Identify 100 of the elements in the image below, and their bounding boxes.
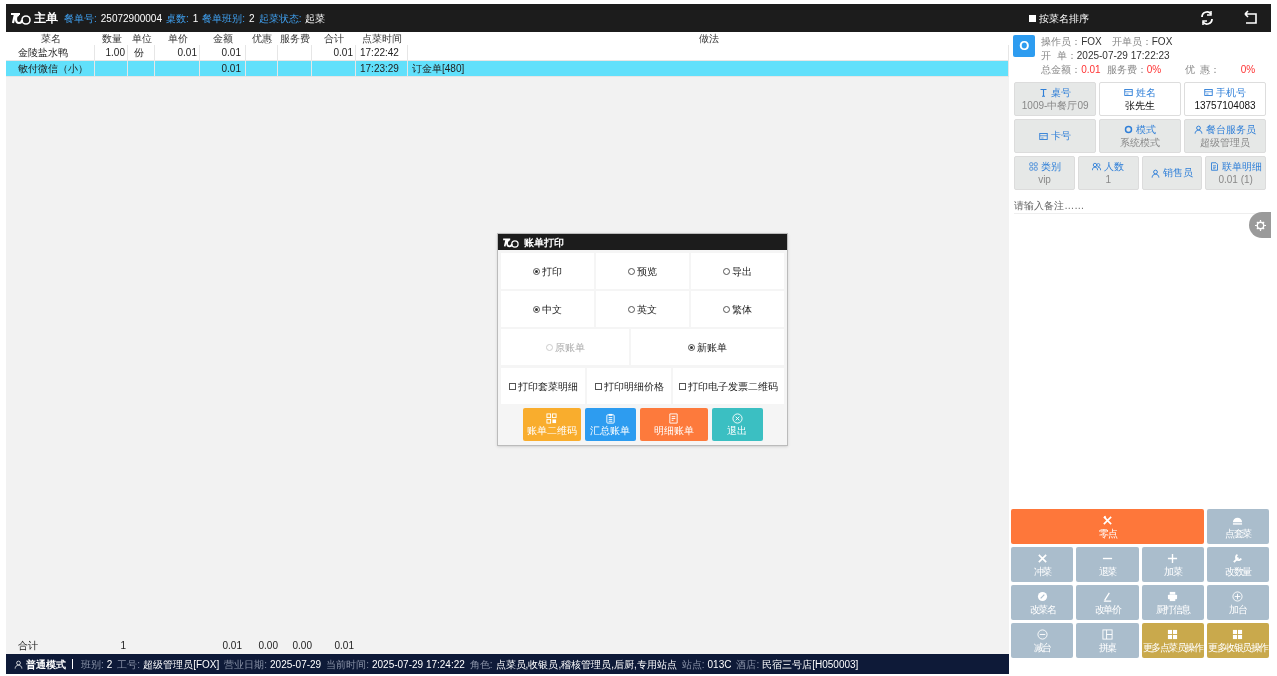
radio-option[interactable]: 中文: [533, 301, 562, 317]
person-icon: [1194, 125, 1204, 134]
action-button[interactable]: 更多点菜员操作: [1141, 623, 1204, 658]
dialog-button[interactable]: 明细账单: [639, 408, 708, 441]
radio-option[interactable]: 繁体: [723, 301, 752, 317]
status-value: 超级管理员[FOX]: [143, 657, 220, 672]
info-card[interactable]: 人数 1: [1077, 156, 1139, 190]
radio-option[interactable]: 新账单: [688, 339, 727, 355]
card-value: 系统模式: [1120, 136, 1161, 149]
status-label: 角色:: [469, 657, 493, 672]
status-value: 民宿三号店[H050003]: [762, 657, 859, 672]
column-header: 金额: [213, 33, 233, 44]
action-button[interactable]: 点套菜: [1206, 509, 1269, 544]
grid-icon: [1167, 628, 1179, 640]
info-value: 0%: [1240, 63, 1256, 77]
cross-icon: [1036, 552, 1048, 564]
info-card[interactable]: 模式 系统模式: [1099, 119, 1182, 153]
column-header: 优惠: [252, 33, 272, 44]
info-value: 0.01: [1081, 63, 1101, 77]
info-card[interactable]: 销售员: [1141, 156, 1203, 190]
field-label: 餐单班别:: [202, 11, 246, 26]
card-label: 模式: [1136, 123, 1157, 136]
status-value: 2: [106, 657, 113, 672]
info-card[interactable]: 类别 vip: [1014, 156, 1075, 190]
wrench-icon: [1232, 552, 1244, 564]
action-button[interactable]: 改单价: [1076, 585, 1139, 620]
qr-code-icon: [546, 412, 557, 424]
logo-icon: [501, 236, 521, 248]
card-icon: [1124, 88, 1134, 97]
info-label: 开 单：: [1041, 49, 1077, 63]
field-value: 起菜: [305, 11, 326, 26]
refresh-icon[interactable]: [1199, 10, 1215, 26]
card-label: 销售员: [1162, 167, 1193, 179]
action-button[interactable]: 减台: [1011, 623, 1074, 658]
settings-icon: [1254, 219, 1266, 231]
action-button[interactable]: 加菜: [1141, 547, 1204, 582]
table-cell: 0.01: [221, 63, 241, 74]
card-label: 卡号: [1051, 130, 1072, 142]
total-cell: 1: [120, 639, 126, 651]
field-value: 2: [249, 11, 255, 26]
layout-icon: [1102, 628, 1113, 640]
info-card[interactable]: 姓名 张先生: [1099, 82, 1182, 116]
table-cell: 17:22:42: [360, 47, 399, 58]
back-icon[interactable]: [1243, 10, 1259, 26]
card-value: 张先生: [1125, 99, 1156, 112]
info-card[interactable]: 卡号: [1014, 119, 1097, 153]
radio-option[interactable]: 打印: [533, 263, 562, 279]
table-icon: [1039, 88, 1049, 97]
action-button[interactable]: 更多收银员操作: [1206, 623, 1269, 658]
column-header: 菜名: [40, 33, 61, 44]
remark-field[interactable]: 请输入备注……: [1014, 198, 1266, 214]
ring-icon: [1124, 125, 1134, 134]
dialog-button[interactable]: 汇总账单: [584, 408, 636, 441]
status-label: 当前时间:: [326, 657, 369, 672]
info-value: FOX: [1081, 35, 1102, 49]
action-button[interactable]: 零点: [1011, 509, 1204, 544]
radio-option[interactable]: 预览: [628, 263, 657, 279]
card-value: 1009-中餐厅09: [1021, 99, 1089, 112]
radio-option[interactable]: 英文: [628, 301, 657, 317]
info-card[interactable]: 桌号 1009-中餐厅09: [1014, 82, 1097, 116]
action-button[interactable]: 加台: [1206, 585, 1269, 620]
action-button[interactable]: 拼桌: [1076, 623, 1139, 658]
total-cell: 0.00: [258, 639, 278, 651]
radio-option[interactable]: 导出: [723, 263, 752, 279]
info-label: 服务费：: [1106, 63, 1147, 77]
info-card[interactable]: 餐台服务员 超级管理员: [1184, 119, 1266, 153]
table-cell: 敏付微信（小）: [18, 63, 88, 74]
card-value: 1: [1105, 173, 1111, 186]
card-value: vip: [1038, 173, 1051, 186]
action-button[interactable]: 退菜: [1076, 547, 1139, 582]
info-card[interactable]: 联单明细 0.01 (1): [1205, 156, 1266, 190]
field-label: 桌数:: [165, 11, 189, 26]
action-button[interactable]: 改菜名: [1011, 585, 1074, 620]
page-title: 主单: [34, 10, 58, 27]
table-cell: 0.01: [177, 47, 197, 58]
pen-icon: [1102, 590, 1113, 602]
status-label: 酒店:: [736, 657, 760, 672]
minus-circle-icon: [1036, 628, 1048, 640]
table-row[interactable]: 金陵盐水鸭 1.00 份 0.01 0.01 0.01 17:22:42: [6, 45, 1010, 61]
status-value: 点菜员,收银员,稽核管理员,后厨,专用站点: [495, 657, 677, 672]
sort-checkbox[interactable]: 按菜名排序: [1029, 10, 1089, 26]
document-icon: [1209, 162, 1219, 171]
info-card[interactable]: 手机号 13757104083: [1184, 82, 1266, 116]
card-value: 0.01 (1): [1218, 173, 1253, 186]
card-label: 姓名: [1136, 86, 1157, 99]
table-cell: 0.01: [333, 47, 353, 58]
dialog-button[interactable]: 账单二维码: [522, 408, 581, 441]
table-row[interactable]: 敏付微信（小） 0.01 17:23:29 订金单[480]: [6, 61, 1010, 77]
dialog-button[interactable]: 退出: [711, 408, 763, 441]
action-button[interactable]: 厨打信息: [1141, 585, 1204, 620]
user-icon: [14, 659, 23, 669]
card-label: 人数: [1104, 160, 1125, 173]
action-button[interactable]: 冲菜: [1011, 547, 1074, 582]
table-cell: 订金单[480]: [412, 63, 465, 74]
avatar: O: [1013, 35, 1036, 57]
field-value: 1: [192, 11, 199, 26]
info-label: 优 惠：: [1184, 63, 1222, 77]
action-button[interactable]: 改数量: [1206, 547, 1269, 582]
card-label: 手机号: [1216, 86, 1247, 99]
settings-tab[interactable]: [1249, 212, 1271, 238]
